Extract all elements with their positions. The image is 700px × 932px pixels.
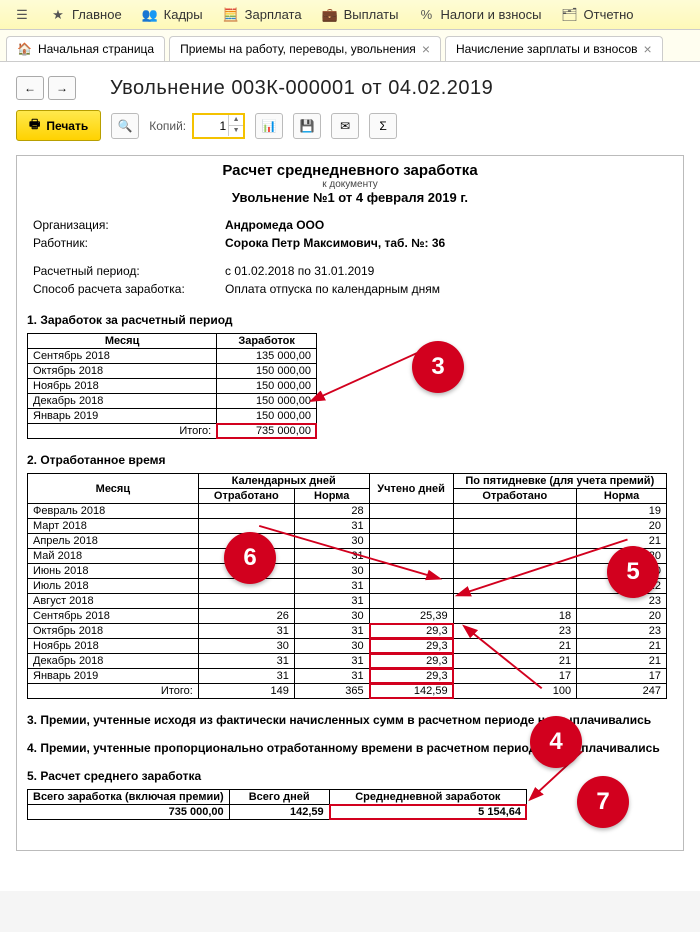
table-row: Июль 20183122 xyxy=(28,579,667,594)
table-row: Январь 2019150 000,00 xyxy=(28,409,317,424)
table-row: Апрель 20183021 xyxy=(28,534,667,549)
org-value: Андромеда ООО xyxy=(221,217,449,233)
print-button[interactable]: 🖶 Печать xyxy=(16,110,101,141)
people-icon: 👥 xyxy=(142,7,158,23)
nav-forward-button[interactable]: → xyxy=(48,76,76,100)
callout-7: 7 xyxy=(577,776,629,828)
edit-button[interactable]: 📊 xyxy=(255,113,283,139)
menu-icon: ☰ xyxy=(14,7,30,23)
table-row: Декабрь 2018313129,32121 xyxy=(28,654,667,669)
copies-down[interactable]: ▼ xyxy=(229,126,243,136)
table-row: Август 20183123 xyxy=(28,594,667,609)
report-docref: Увольнение №1 от 4 февраля 2019 г. xyxy=(27,190,673,205)
table-row: Декабрь 2018150 000,00 xyxy=(28,394,317,409)
callout-3: 3 xyxy=(412,341,464,393)
average-calc-table: Всего заработка (включая премии) Всего д… xyxy=(27,789,527,820)
menu-payments[interactable]: 💼Выплаты xyxy=(312,3,409,27)
copies-input-wrapper: ▲ ▼ xyxy=(192,113,245,139)
table-row: Май 20183120 xyxy=(28,549,667,564)
copies-label: Копий: xyxy=(149,119,186,133)
report-area: 3 6 5 4 7 Расчет среднедневного заработк… xyxy=(16,155,684,851)
wallet-icon: 💼 xyxy=(322,7,338,23)
nav-back-button[interactable]: ← xyxy=(16,76,44,100)
callout-5: 5 xyxy=(607,546,659,598)
printer-icon: 🖶 xyxy=(29,115,40,136)
section2-title: 2. Отработанное время xyxy=(27,453,673,467)
menu-burger[interactable]: ☰ xyxy=(4,3,40,27)
envelope-icon: ✉ xyxy=(340,119,350,133)
earnings-table: Месяц Заработок Сентябрь 2018135 000,00О… xyxy=(27,333,317,439)
accounted-days-total: 142,59 xyxy=(369,684,453,699)
table-row: Ноябрь 2018150 000,00 xyxy=(28,379,317,394)
emp-value: Сорока Петр Максимович, таб. №: 36 xyxy=(221,235,449,251)
average-daily-earnings: 5 154,64 xyxy=(329,805,526,820)
copies-input[interactable] xyxy=(194,117,228,135)
table-row: Октябрь 2018313129,32323 xyxy=(28,624,667,639)
info-table: Организация:Андромеда ООО Работник:Сорок… xyxy=(27,215,451,299)
email-button[interactable]: ✉ xyxy=(331,113,359,139)
report-subtitle: к документу xyxy=(27,179,673,190)
calc-icon: 🧮 xyxy=(223,7,239,23)
sum-button[interactable]: Σ xyxy=(369,113,397,139)
section5-title: 5. Расчет среднего заработка xyxy=(27,769,673,783)
callout-6: 6 xyxy=(224,532,276,584)
table-row: Ноябрь 2018303029,32121 xyxy=(28,639,667,654)
tab-home[interactable]: 🏠 Начальная страница xyxy=(6,36,165,61)
section1-title: 1. Заработок за расчетный период xyxy=(27,313,673,327)
table-row: Февраль 20182819 xyxy=(28,504,667,519)
tab-label: Начисление зарплаты и взносов xyxy=(456,42,638,56)
earnings-total: 735 000,00 xyxy=(217,424,317,439)
table-row: Сентябрь 2018135 000,00 xyxy=(28,349,317,364)
report-icon: 🗂 xyxy=(562,7,578,23)
star-icon: ★ xyxy=(50,7,66,23)
floppy-icon: 💾 xyxy=(300,119,315,133)
close-icon[interactable]: × xyxy=(644,44,652,54)
sigma-icon: Σ xyxy=(379,119,386,133)
percent-icon: % xyxy=(418,7,434,23)
period-value: с 01.02.2018 по 31.01.2019 xyxy=(221,263,449,279)
menu-hr[interactable]: 👥Кадры xyxy=(132,3,213,27)
callout-4: 4 xyxy=(530,716,582,768)
save-button[interactable]: 💾 xyxy=(293,113,321,139)
preview-button[interactable]: 🔍 xyxy=(111,113,139,139)
tab-label: Начальная страница xyxy=(38,42,154,56)
table-row: Октябрь 2018150 000,00 xyxy=(28,364,317,379)
table-row: Сентябрь 2018263025,391820 xyxy=(28,609,667,624)
tab-bar: 🏠 Начальная страница Приемы на работу, п… xyxy=(0,30,700,62)
tab-label: Приемы на работу, переводы, увольнения xyxy=(180,42,416,56)
method-value: Оплата отпуска по календарным дням xyxy=(221,281,449,297)
copies-up[interactable]: ▲ xyxy=(229,115,243,126)
preview-icon: 🔍 xyxy=(118,119,133,133)
worked-time-table: Месяц Календарных дней Учтено дней По пя… xyxy=(27,473,667,699)
document-page: ← → Увольнение 003К-000001 от 04.02.2019… xyxy=(0,62,700,891)
table-row: Январь 2019313129,31717 xyxy=(28,669,667,684)
tab-hiring[interactable]: Приемы на работу, переводы, увольнения × xyxy=(169,36,441,61)
toolbar: 🖶 Печать 🔍 Копий: ▲ ▼ 📊 💾 ✉ Σ xyxy=(16,104,684,155)
table-edit-icon: 📊 xyxy=(262,119,277,133)
report-title: Расчет среднедневного заработка xyxy=(27,162,673,179)
home-icon: 🏠 xyxy=(17,42,32,56)
tab-payroll[interactable]: Начисление зарплаты и взносов × xyxy=(445,36,663,61)
menu-reports[interactable]: 🗂Отчетно xyxy=(552,3,644,27)
menu-main[interactable]: ★Главное xyxy=(40,3,132,27)
table-row: Март 20183120 xyxy=(28,519,667,534)
menu-salary[interactable]: 🧮Зарплата xyxy=(213,3,312,27)
close-icon[interactable]: × xyxy=(422,44,430,54)
menu-taxes[interactable]: %Налоги и взносы xyxy=(408,3,551,27)
table-row: Июнь 20183020 xyxy=(28,564,667,579)
main-menu-bar: ☰ ★Главное 👥Кадры 🧮Зарплата 💼Выплаты %На… xyxy=(0,0,700,30)
document-title: Увольнение 003К-000001 от 04.02.2019 xyxy=(80,77,684,100)
